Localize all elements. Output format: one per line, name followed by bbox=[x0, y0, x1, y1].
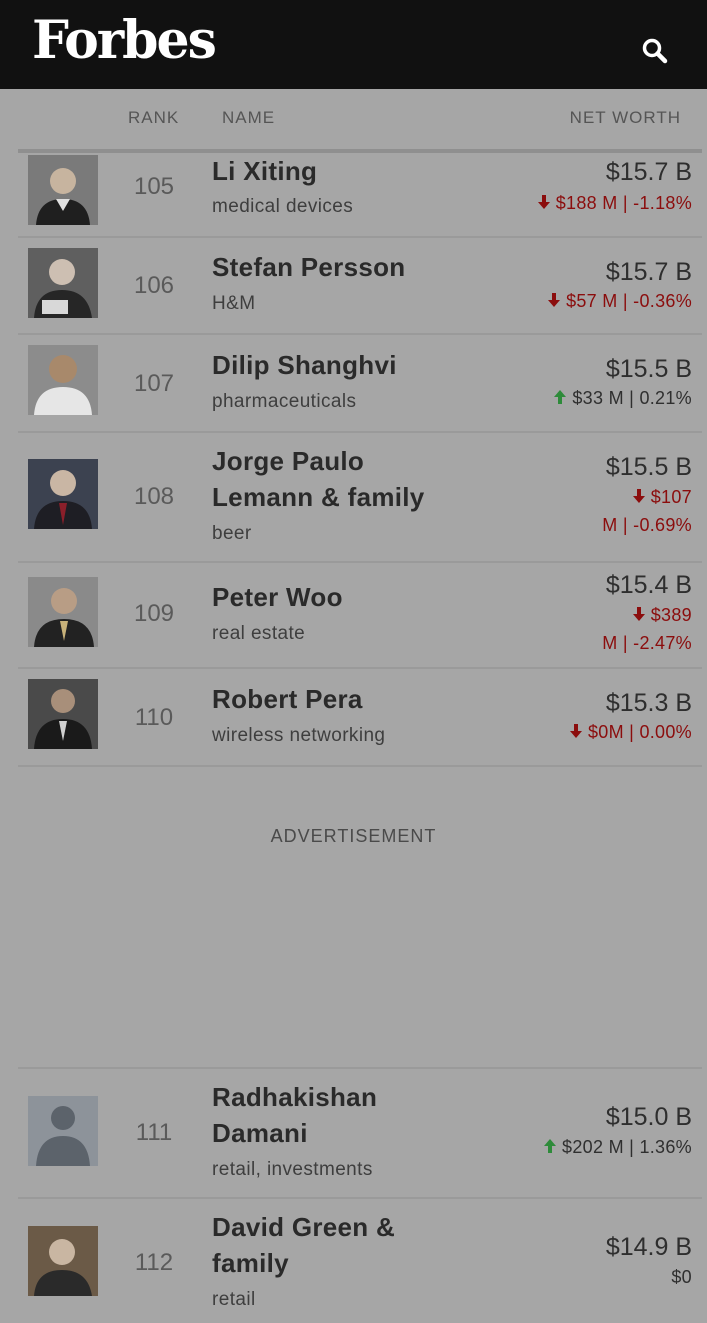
net-worth: $15.7 B bbox=[605, 258, 692, 286]
change-text: $107 bbox=[650, 487, 692, 507]
net-worth: $15.0 B bbox=[605, 1103, 692, 1131]
arrow-down-icon bbox=[548, 293, 561, 308]
name-line: Li Xiting bbox=[212, 156, 318, 186]
name-line: Jorge Paulo bbox=[212, 446, 365, 476]
name-line: Dilip Shanghvi bbox=[212, 350, 397, 380]
billionaire-row-107[interactable]: 107 Dilip Shanghvi pharmaceuticals $15.5… bbox=[18, 335, 702, 433]
source: real estate bbox=[212, 623, 306, 644]
name[interactable]: Jorge Paulo Lemann & family bbox=[212, 443, 425, 515]
rank: 109 bbox=[133, 600, 175, 627]
change-text: $0M | 0.00% bbox=[587, 722, 692, 742]
change: $107 M | -0.69% bbox=[602, 483, 692, 539]
change-text: $202 M | 1.36% bbox=[562, 1137, 692, 1157]
name-line: Robert Pera bbox=[212, 684, 363, 714]
avatar bbox=[28, 679, 98, 749]
arrow-down-icon bbox=[632, 607, 645, 622]
avatar bbox=[28, 248, 98, 318]
change: $57 M | -0.36% bbox=[548, 287, 692, 315]
source: H&M bbox=[212, 293, 256, 314]
name[interactable]: Robert Pera bbox=[212, 681, 363, 717]
source: beer bbox=[212, 523, 252, 544]
name-line: family bbox=[212, 1248, 289, 1278]
billionaire-row-112[interactable]: 112 David Green & family retail $14.9 B … bbox=[18, 1199, 702, 1323]
arrow-up-icon bbox=[554, 390, 567, 405]
change-text: $389 bbox=[650, 605, 692, 625]
net-worth: $15.7 B bbox=[605, 158, 692, 186]
avatar bbox=[28, 577, 98, 647]
net-worth: $14.9 B bbox=[605, 1233, 692, 1261]
change-text: $0 bbox=[671, 1267, 692, 1287]
arrow-down-icon bbox=[632, 489, 645, 504]
source: retail, investments bbox=[212, 1159, 373, 1180]
change: $389 M | -2.47% bbox=[602, 601, 692, 657]
change-text: $33 M | 0.21% bbox=[572, 388, 692, 408]
change-text: M | -2.47% bbox=[602, 633, 692, 653]
name[interactable]: Radhakishan Damani bbox=[212, 1079, 377, 1151]
search-icon[interactable] bbox=[638, 34, 672, 68]
billionaire-row-109[interactable]: 109 Peter Woo real estate $15.4 B $389 M… bbox=[18, 563, 702, 669]
name-line: Damani bbox=[212, 1118, 308, 1148]
name-line: Lemann & family bbox=[212, 482, 425, 512]
forbes-logo[interactable]: Forbes bbox=[32, 6, 217, 76]
column-header-rank[interactable]: RANK bbox=[128, 108, 179, 128]
name[interactable]: Peter Woo bbox=[212, 579, 343, 615]
change: $0 bbox=[671, 1263, 692, 1291]
avatar bbox=[28, 155, 98, 225]
net-worth: $15.5 B bbox=[605, 453, 692, 481]
source: medical devices bbox=[212, 196, 354, 217]
change: $33 M | 0.21% bbox=[554, 384, 692, 412]
rank: 108 bbox=[133, 483, 175, 510]
source: retail bbox=[212, 1289, 256, 1310]
advertisement-label: ADVERTISEMENT bbox=[270, 826, 437, 846]
rank: 106 bbox=[133, 272, 175, 299]
rank: 110 bbox=[134, 704, 174, 731]
change-text: M | -0.69% bbox=[602, 515, 692, 535]
billionaire-row-106[interactable]: 106 Stefan Persson H&M $15.7 B $57 M | -… bbox=[18, 237, 702, 335]
arrow-down-icon bbox=[537, 195, 550, 210]
name[interactable]: Stefan Persson bbox=[212, 249, 406, 285]
avatar bbox=[28, 345, 98, 415]
name-line: Stefan Persson bbox=[212, 252, 406, 282]
change-text: $57 M | -0.36% bbox=[566, 291, 692, 311]
source: pharmaceuticals bbox=[212, 391, 357, 412]
billionaire-row-108[interactable]: 108 Jorge Paulo Lemann & family beer $15… bbox=[18, 433, 702, 563]
avatar bbox=[28, 459, 98, 529]
rank: 112 bbox=[134, 1249, 174, 1276]
placeholder-avatar-icon bbox=[28, 1096, 98, 1166]
billionaire-row-105[interactable]: 105 Li Xiting medical devices $15.7 B $1… bbox=[18, 153, 702, 238]
name[interactable]: Dilip Shanghvi bbox=[212, 347, 397, 383]
name-line: David Green & bbox=[212, 1212, 396, 1242]
arrow-down-icon bbox=[569, 724, 582, 739]
change-text: $188 M | -1.18% bbox=[555, 193, 692, 213]
top-bar: Forbes bbox=[0, 0, 707, 89]
rank: 105 bbox=[133, 173, 175, 200]
billionaire-row-110[interactable]: 110 Robert Pera wireless networking $15.… bbox=[18, 669, 702, 767]
name[interactable]: David Green & family bbox=[212, 1209, 395, 1281]
name[interactable]: Li Xiting bbox=[212, 153, 317, 189]
billionaire-row-111[interactable]: 111 Radhakishan Damani retail, investmen… bbox=[18, 1069, 702, 1199]
net-worth: $15.3 B bbox=[605, 689, 692, 717]
change: $202 M | 1.36% bbox=[544, 1133, 692, 1161]
arrow-up-icon bbox=[544, 1139, 557, 1154]
net-worth: $15.5 B bbox=[605, 355, 692, 383]
net-worth: $15.4 B bbox=[605, 571, 692, 599]
name-line: Peter Woo bbox=[212, 582, 343, 612]
change: $0M | 0.00% bbox=[569, 718, 692, 746]
source: wireless networking bbox=[212, 725, 386, 746]
name-line: Radhakishan bbox=[212, 1082, 378, 1112]
change: $188 M | -1.18% bbox=[537, 189, 692, 217]
avatar bbox=[28, 1226, 98, 1296]
column-header-name[interactable]: NAME bbox=[222, 108, 275, 128]
rank: 111 bbox=[135, 1119, 173, 1146]
column-header-net-worth[interactable]: NET WORTH bbox=[570, 108, 681, 128]
rank: 107 bbox=[133, 370, 175, 397]
